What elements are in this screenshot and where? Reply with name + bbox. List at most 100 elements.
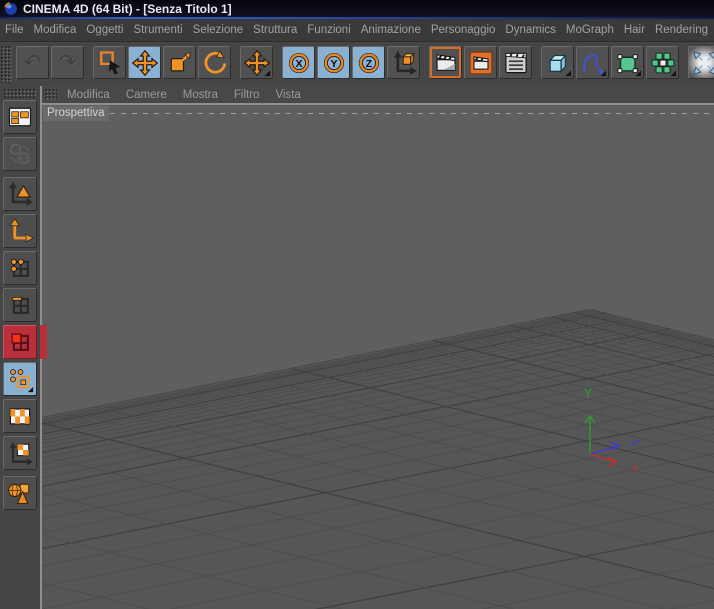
menu-rendering[interactable]: Rendering [650,24,713,36]
render-view-button[interactable] [429,46,462,79]
last-used-tool-button[interactable] [240,46,273,79]
world-axis-gizmo: Y Z X [584,385,645,472]
menu-struttura[interactable]: Struttura [248,24,302,36]
blue-cube-icon [548,53,571,76]
exchange-button[interactable] [3,137,37,171]
clapperboard-icon [436,53,455,71]
texture-mode-button[interactable] [3,399,37,433]
undo-arrow-icon: ↶ [23,51,42,74]
viewport-menubar: Modifica Camere Mostra Filtro Vista [42,86,714,103]
menu-file[interactable]: File [0,24,29,36]
render-picture-viewer-button[interactable] [464,46,497,79]
svg-text:Y: Y [330,57,337,69]
viewport-panel: Modifica Camere Mostra Filtro Vista Pros… [40,86,714,609]
move-cross-arrows-icon [243,49,270,76]
live-selection-button[interactable] [93,46,126,79]
viewport-canvas[interactable]: Prospettiva Y Z X [42,103,714,609]
viewport-menu-vista[interactable]: Vista [267,89,308,101]
triangle-axes-icon [9,181,34,206]
add-spline-button[interactable] [576,46,609,79]
redo-button[interactable]: ↷ [51,46,84,79]
menu-personaggio[interactable]: Personaggio [426,24,501,36]
menu-dynamics[interactable]: Dynamics [500,24,560,36]
clapperboard-orange-icon [468,50,493,75]
viewport-menu-modifica[interactable]: Modifica [59,89,118,101]
green-cage-cube-icon [617,53,641,76]
move-cross-arrows-icon [131,49,158,76]
points-mode-button[interactable] [3,251,37,285]
viewport-menubar-grip[interactable] [45,89,57,100]
lock-z-axis-button[interactable]: Z [352,46,385,79]
scale-tool-button[interactable] [163,46,196,79]
add-cube-primitive-button[interactable] [541,46,574,79]
coordinate-system-button[interactable] [387,46,420,79]
toolbar-grip[interactable] [1,46,12,83]
enable-axis-button[interactable] [3,214,37,248]
menu-hair[interactable]: Hair [619,24,650,36]
model-objects-icon [10,369,34,393]
add-cloner-button[interactable] [646,46,679,79]
menu-modifica[interactable]: Modifica [29,24,82,36]
rotate-tool-button[interactable] [198,46,231,79]
make-editable-button[interactable] [3,177,37,211]
lock-y-axis-button[interactable]: Y [317,46,350,79]
green-cubes-cluster-icon [651,52,676,76]
layout-panels-icon [8,107,32,127]
app-logo-icon [4,1,18,16]
viewport-menu-camere[interactable]: Camere [118,89,175,101]
main-toolbar: ↶ ↷ X Y Z [0,42,714,90]
axis-z-label: Z [626,439,642,447]
axis-ring-icon: X [288,52,309,73]
points-grid-icon [10,258,29,277]
axis-x-label: X [624,465,645,472]
scale-square-arrow-icon [170,51,191,71]
menu-strumenti[interactable]: Strumenti [128,24,187,36]
axes-cube-icon [393,50,417,75]
title-bar: CINEMA 4D (64 Bit) - [Senza Titolo 1] [0,0,714,17]
clapperboard-list-icon [504,52,527,73]
workplane-objects-button[interactable] [3,476,37,510]
expand-arrows-icon [693,51,714,74]
add-subdivision-surface-button[interactable] [611,46,644,79]
sidebar-grip[interactable] [4,89,36,98]
svg-text:Z: Z [365,57,372,69]
menu-funzioni[interactable]: Funzioni [302,24,355,36]
orange-axis-icon [9,218,34,243]
menu-animazione[interactable]: Animazione [356,24,426,36]
view-label: Prospettiva [43,106,109,121]
convert-globe-icon [9,143,30,165]
mode-sidebar [0,86,47,609]
edges-mode-button[interactable] [3,288,37,322]
primitives-cluster-icon [8,483,30,505]
cinema4d-window: CINEMA 4D (64 Bit) - [Senza Titolo 1] Fi… [0,0,714,609]
svg-text:X: X [295,57,302,69]
checker-texture-icon [9,408,31,425]
render-settings-button[interactable] [499,46,532,79]
work-area: Modifica Camere Mostra Filtro Vista Pros… [0,86,714,609]
edges-grid-icon [12,296,29,314]
polygons-grid-icon [11,333,29,351]
undo-button[interactable]: ↶ [16,46,49,79]
redo-arrow-icon: ↷ [58,51,77,74]
checker-axes-icon [9,442,34,466]
window-title: CINEMA 4D (64 Bit) - [Senza Titolo 1] [23,1,232,16]
viewport-menu-mostra[interactable]: Mostra [175,89,226,101]
lock-x-axis-button[interactable]: X [282,46,315,79]
model-mode-button[interactable] [3,362,37,396]
texture-axis-mode-button[interactable] [3,436,37,470]
spline-curve-icon [582,53,606,76]
axis-y-label: Y [584,385,593,400]
viewport-menu-filtro[interactable]: Filtro [226,89,268,101]
menu-selezione[interactable]: Selezione [188,24,249,36]
axis-ring-icon: Z [358,52,379,73]
move-tool-button[interactable] [128,46,161,79]
menu-mograph[interactable]: MoGraph [561,24,619,36]
polygons-mode-button[interactable] [3,325,47,359]
menu-oggetti[interactable]: Oggetti [81,24,128,36]
rotate-circular-arrow-icon [204,50,226,74]
menu-bar: File Modifica Oggetti Strumenti Selezion… [0,19,714,42]
selection-rect-cursor-icon [99,50,120,74]
axis-ring-icon: Y [323,52,344,73]
scale-project-button[interactable] [688,46,714,79]
layout-button[interactable] [3,100,37,134]
